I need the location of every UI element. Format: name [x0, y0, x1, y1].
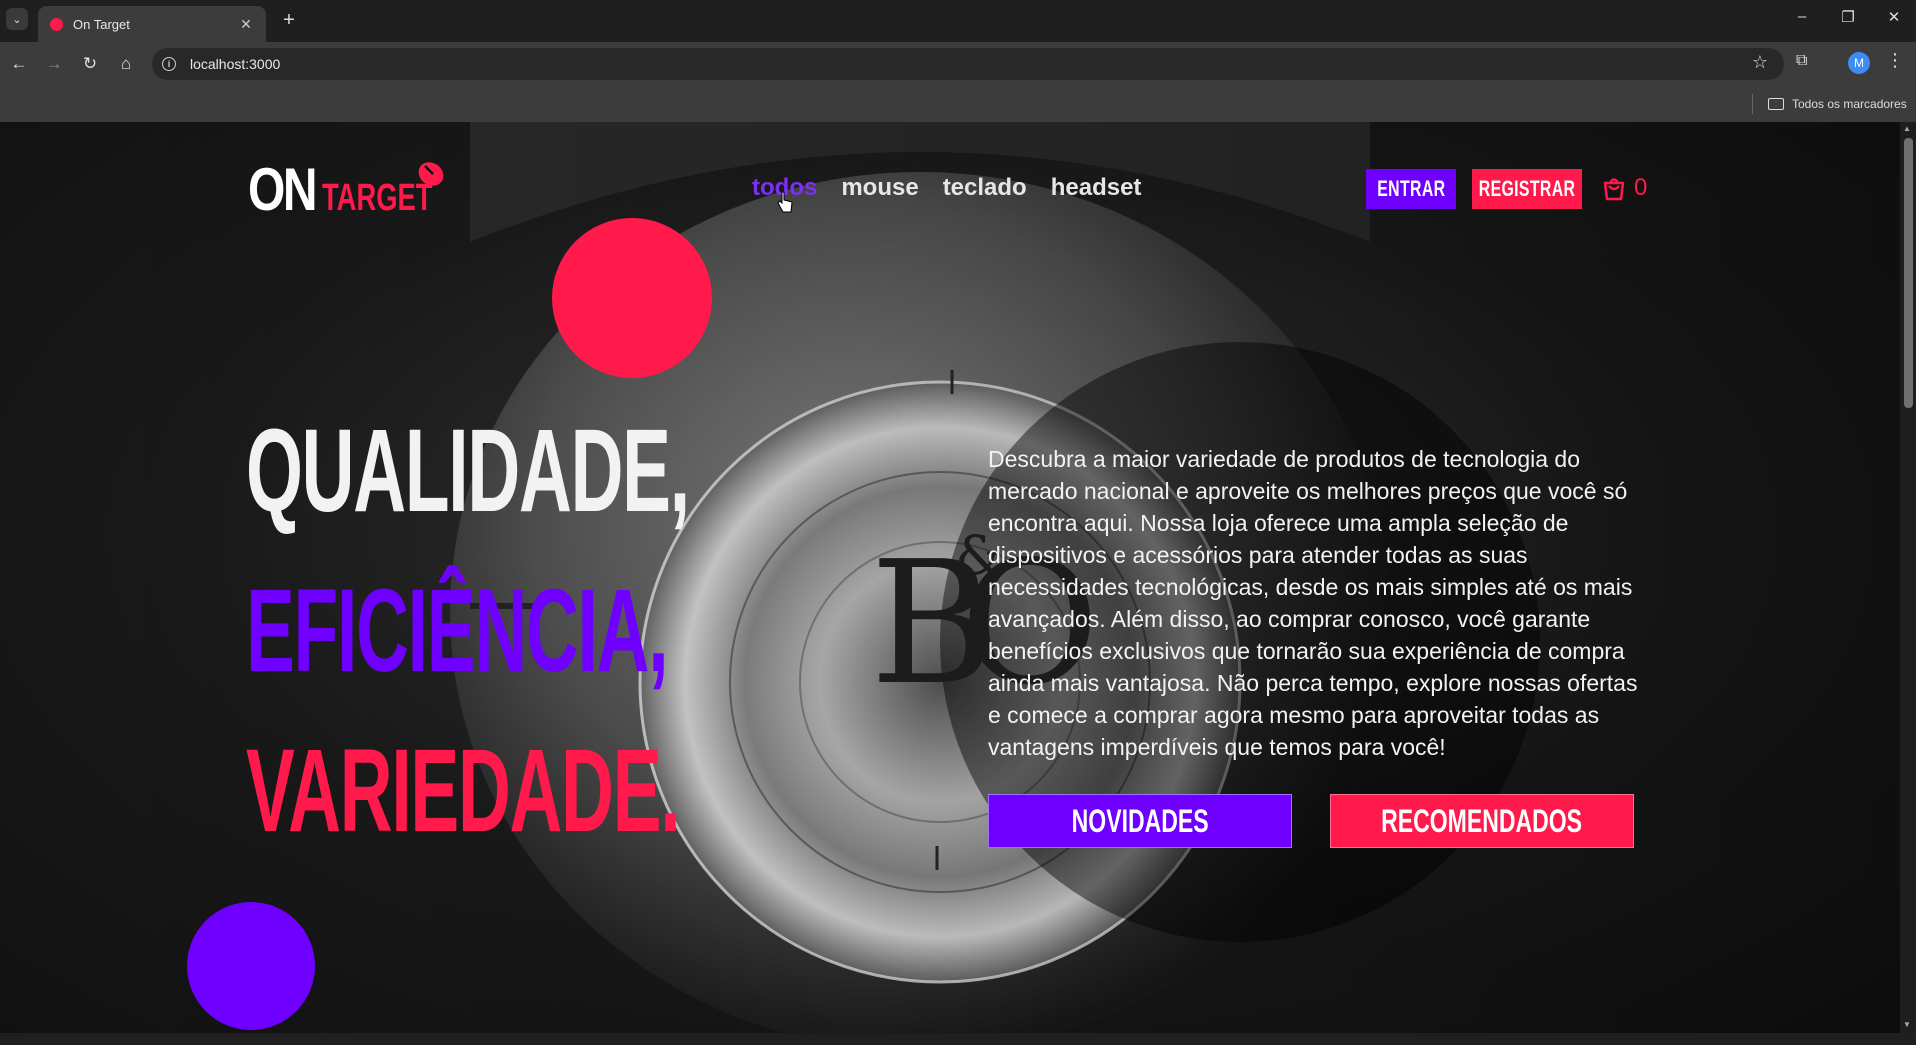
site-logo[interactable]: ON TARGET [248, 160, 475, 220]
address-bar[interactable]: i localhost:3000 ☆ [152, 48, 1784, 80]
entrar-button[interactable]: ENTRAR [1366, 169, 1456, 209]
new-tab-button[interactable]: + [278, 9, 300, 31]
browser-tab[interactable]: On Target ✕ [38, 6, 266, 42]
bookmarks-folder-label: Todos os marcadores [1792, 97, 1907, 111]
logo-on-text: ON [248, 156, 318, 223]
minimize-icon[interactable]: – [1787, 8, 1817, 25]
browser-tab-bar: ⌄ On Target ✕ + – ❐ ✕ [0, 0, 1916, 42]
site-info-icon[interactable]: i [162, 57, 176, 71]
recomendados-button[interactable]: RECOMENDADOS [1330, 794, 1634, 848]
headline-eficiencia: EFICIÊNCIA, [246, 565, 669, 697]
extensions-icon[interactable]: ⧉ [1796, 52, 1807, 70]
shopping-bag-icon [1603, 178, 1625, 201]
nav-teclado[interactable]: teclado [943, 174, 1027, 202]
profile-avatar[interactable]: M [1848, 52, 1870, 74]
bookmarks-separator [1752, 94, 1753, 114]
headline-variedade: VARIEDADE. [246, 725, 681, 857]
tab-search-button[interactable]: ⌄ [6, 8, 28, 30]
close-window-icon[interactable]: ✕ [1879, 8, 1909, 26]
browser-toolbar: ← → ↻ ⌂ i localhost:3000 ☆ [0, 42, 1916, 86]
novidades-label: NOVIDADES [1071, 802, 1209, 839]
url-text: localhost:3000 [190, 56, 281, 72]
all-bookmarks-folder[interactable]: Todos os marcadores [1768, 94, 1907, 114]
tab-title: On Target [73, 16, 130, 32]
restore-icon[interactable]: ❐ [1833, 8, 1863, 26]
nav-mouse[interactable]: mouse [841, 174, 918, 202]
scroll-down-icon[interactable]: ▼ [1903, 1020, 1911, 1029]
page-scrollbar[interactable]: ▲ ▼ [1900, 122, 1916, 1033]
mouse-logo-icon [418, 162, 444, 186]
favicon-icon [50, 17, 63, 31]
browser-menu-icon[interactable]: ⋮ [1886, 50, 1904, 71]
registrar-label: REGISTRAR [1478, 176, 1576, 201]
scrollbar-thumb[interactable] [1904, 138, 1913, 408]
category-nav: todos mouse teclado headset [752, 174, 1141, 202]
registrar-button[interactable]: REGISTRAR [1472, 169, 1582, 209]
bookmark-star-icon[interactable]: ☆ [1752, 52, 1768, 73]
scroll-up-icon[interactable]: ▲ [1903, 124, 1911, 133]
reload-icon[interactable]: ↻ [78, 52, 102, 76]
nav-headset[interactable]: headset [1051, 174, 1142, 202]
hand-cursor-icon [777, 191, 793, 213]
headline-qualidade: QUALIDADE, [246, 405, 690, 537]
tab-close-icon[interactable]: ✕ [236, 16, 256, 33]
folder-icon [1768, 98, 1784, 110]
hero-description: Descubra a maior variedade de produtos d… [988, 446, 1638, 760]
page-viewport: B & O ON TARGET todos mouse teclado head… [0, 122, 1900, 1033]
decor-red-circle [552, 218, 712, 378]
cart-button[interactable]: 0 [1600, 174, 1647, 202]
entrar-label: ENTRAR [1376, 176, 1446, 201]
decor-purple-circle [187, 902, 315, 1030]
cart-count: 0 [1634, 174, 1648, 201]
back-icon[interactable]: ← [7, 52, 31, 76]
novidades-button[interactable]: NOVIDADES [988, 794, 1292, 848]
recomendados-label: RECOMENDADOS [1381, 802, 1583, 839]
window-bottom-edge [0, 1033, 1916, 1045]
forward-icon[interactable]: → [42, 52, 66, 76]
bookmarks-bar: Todos os marcadores [0, 86, 1916, 122]
home-icon[interactable]: ⌂ [114, 52, 138, 76]
